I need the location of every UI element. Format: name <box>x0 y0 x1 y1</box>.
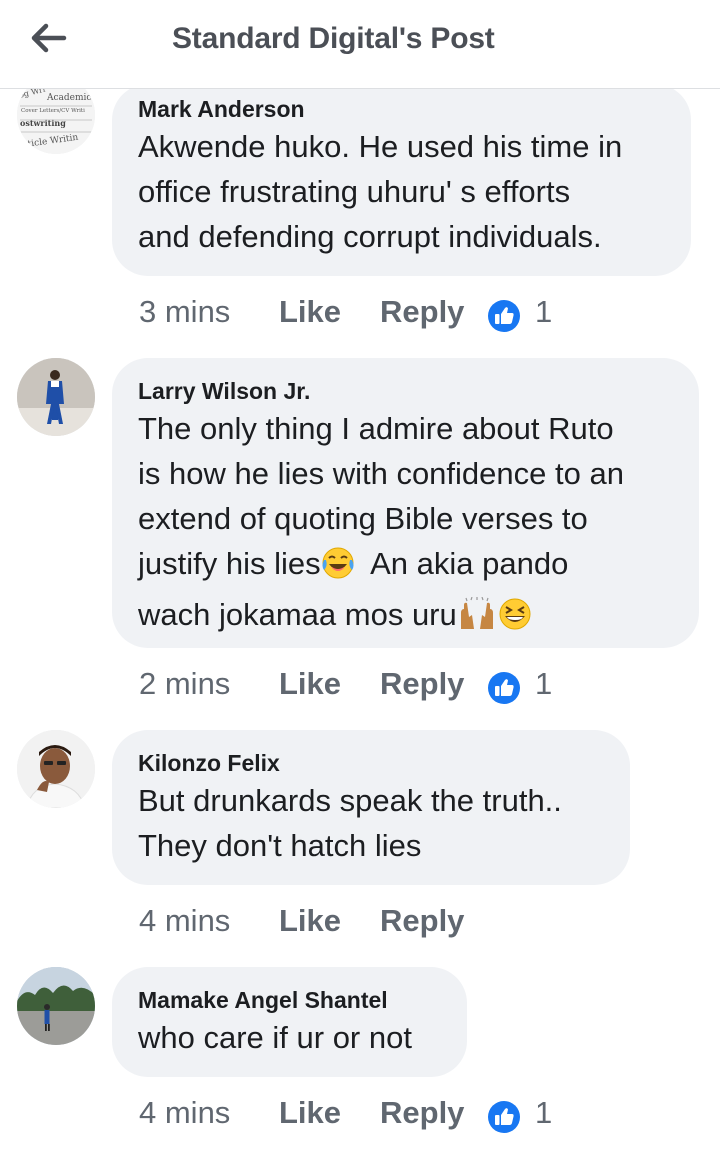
avatar-text-line: Academic <box>46 93 91 103</box>
avatar-text-line: ostwriting <box>20 118 66 128</box>
grinning-squinting-emoji-icon <box>497 597 533 643</box>
reaction-count[interactable]: 1 <box>535 664 552 704</box>
like-button[interactable]: Like <box>279 292 341 332</box>
page-title: Standard Digital's Post <box>172 22 495 55</box>
thumbs-up-icon[interactable] <box>487 299 521 333</box>
reply-button[interactable]: Reply <box>380 901 464 941</box>
comment-bubble[interactable]: Kilonzo Felix But drunkards speak the tr… <box>112 730 630 885</box>
comment-author[interactable]: Larry Wilson Jr. <box>138 376 673 406</box>
comment-author[interactable]: Kilonzo Felix <box>138 748 604 778</box>
comment-time[interactable]: 2 mins <box>139 664 230 704</box>
reaction-count[interactable]: 1 <box>535 1093 552 1133</box>
arrow-left-icon <box>31 23 67 53</box>
avatar[interactable] <box>17 358 95 436</box>
comment-author[interactable]: Mark Anderson <box>138 94 665 124</box>
back-button[interactable] <box>26 18 70 58</box>
top-bar: Standard Digital's Post <box>0 0 720 89</box>
thumbs-up-icon[interactable] <box>487 1100 521 1134</box>
like-button[interactable]: Like <box>279 1093 341 1133</box>
comment-text: who care if ur or not <box>138 1020 412 1055</box>
reaction-count[interactable]: 1 <box>535 292 552 332</box>
avatar[interactable] <box>17 967 95 1045</box>
comment-time[interactable]: 4 mins <box>139 901 230 941</box>
like-button[interactable]: Like <box>279 901 341 941</box>
comment-time[interactable]: 3 mins <box>139 292 230 332</box>
comment-bubble[interactable]: Mark Anderson Akwende huko. He used his … <box>112 84 691 276</box>
reply-button[interactable]: Reply <box>380 292 464 332</box>
thumbs-up-icon[interactable] <box>487 671 521 705</box>
like-button[interactable]: Like <box>279 664 341 704</box>
comment-text: But drunkards speak the truth.. They don… <box>138 783 562 863</box>
tears-of-joy-emoji-icon <box>321 546 355 592</box>
raised-hands-emoji-icon <box>457 596 497 643</box>
comment-time[interactable]: 4 mins <box>139 1093 230 1133</box>
avatar[interactable] <box>17 730 95 808</box>
comment-author[interactable]: Mamake Angel Shantel <box>138 985 441 1015</box>
comment-bubble[interactable]: Larry Wilson Jr. The only thing I admire… <box>112 358 699 648</box>
comment-bubble[interactable]: Mamake Angel Shantel who care if ur or n… <box>112 967 467 1077</box>
reply-button[interactable]: Reply <box>380 664 464 704</box>
avatar-text-line: Cover Letters/CV Writi <box>21 108 85 114</box>
comment-text: Akwende huko. He used his time in office… <box>138 129 623 254</box>
comment-text: The only thing I admire about Ruto is ho… <box>138 406 673 643</box>
reply-button[interactable]: Reply <box>380 1093 464 1133</box>
